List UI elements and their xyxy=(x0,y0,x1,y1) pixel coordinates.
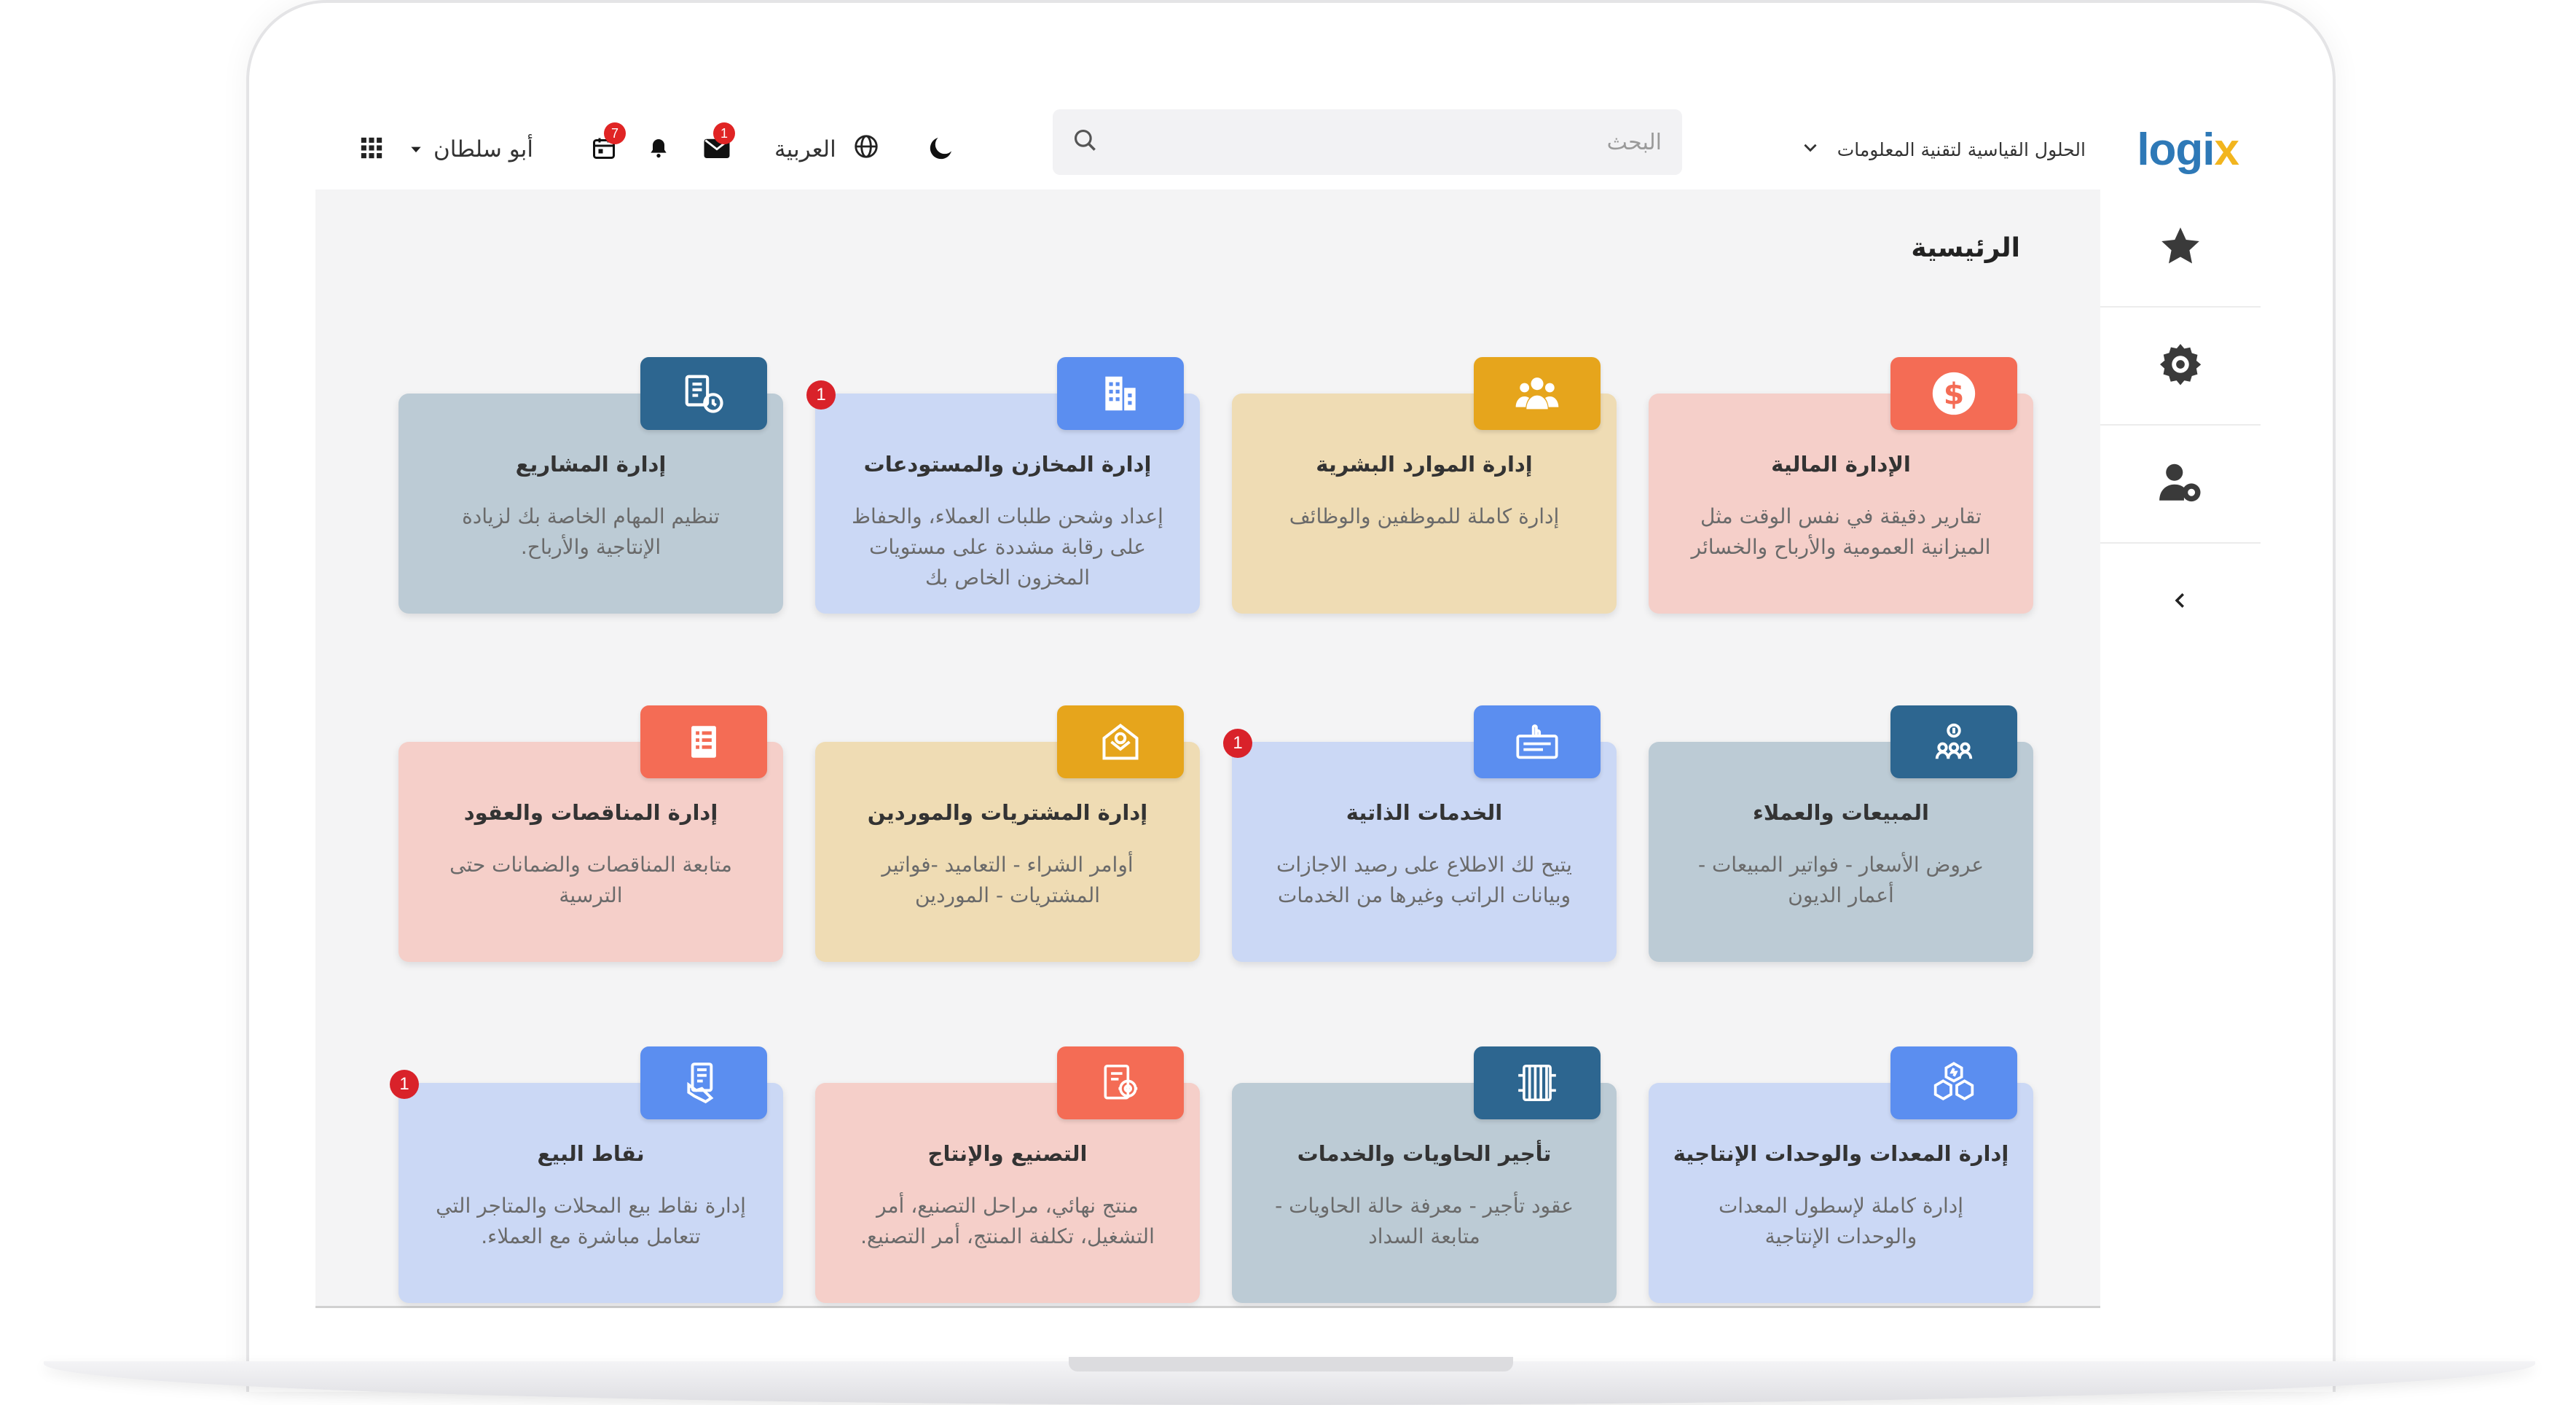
company-selector[interactable]: الحلول القياسية لتقنية المعلومات xyxy=(1801,109,2086,189)
sidebar-item-user-settings[interactable] xyxy=(2100,426,2261,544)
card-description: عقود تأجير - معرفة حالة الحاويات - متابع… xyxy=(1275,1194,1574,1248)
star-icon xyxy=(2158,224,2203,272)
card-manufacturing[interactable]: التصنيع والإنتاج منتج نهائي، مراحل التصن… xyxy=(815,1046,1200,1303)
card-description: إعداد وشحن طلبات العملاء، والحفاظ على رق… xyxy=(852,504,1163,590)
customers-icon xyxy=(1890,705,2017,778)
card-title: إدارة المعدات والوحدات الإنتاجية xyxy=(1673,1141,2009,1166)
messages-badge: 1 xyxy=(713,122,735,144)
card-title: إدارة المناقصات والعقود xyxy=(463,800,718,825)
warehouse-icon xyxy=(1057,357,1184,430)
card-description: إدارة كاملة للموظفين والوظائف xyxy=(1289,504,1560,528)
theme-toggle[interactable] xyxy=(926,109,957,189)
card-self-service[interactable]: 1 الخدمات الذاتية يتيح لك الاطلاع على رص… xyxy=(1223,705,1617,962)
container-icon xyxy=(1474,1046,1601,1119)
messages-button[interactable]: 1 xyxy=(702,109,735,189)
caret-down-icon xyxy=(409,136,423,163)
card-description: يتيح لك الاطلاع على رصيد الاجازات وبيانا… xyxy=(1276,853,1572,907)
card-title: إدارة المخازن والمستودعات xyxy=(863,452,1152,477)
card-title: التصنيع والإنتاج xyxy=(927,1141,1088,1166)
settings-gear-icon xyxy=(2157,341,2204,391)
chevron-down-icon xyxy=(1801,138,1820,162)
purchase-icon xyxy=(1057,705,1184,778)
card-title: نقاط البيع xyxy=(537,1141,645,1166)
calendar-button[interactable]: 7 xyxy=(591,109,626,189)
card-title: تأجير الحاويات والخدمات xyxy=(1297,1141,1552,1166)
logo-text: logi xyxy=(2137,124,2215,175)
sidebar-item-settings[interactable] xyxy=(2100,308,2261,426)
logo[interactable]: logi x xyxy=(2137,109,2239,189)
calendar-badge: 7 xyxy=(604,122,626,144)
card-title: إدارة الموارد البشرية xyxy=(1316,452,1533,477)
sidebar-item-favorites[interactable] xyxy=(2100,189,2261,308)
user-settings-icon xyxy=(2156,458,2204,509)
sidebar-collapse-button[interactable] xyxy=(2100,544,2261,660)
card-containers[interactable]: تأجير الحاويات والخدمات عقود تأجير - معر… xyxy=(1232,1046,1617,1303)
card-purchases[interactable]: إدارة المشتريات والموردين أوامر الشراء -… xyxy=(815,705,1200,962)
main-content: الرئيسية $ الإدارة المالية تقارير دقيقة … xyxy=(315,189,2100,1308)
card-title: الإدارة المالية xyxy=(1771,452,1911,477)
company-name: الحلول القياسية لتقنية المعلومات xyxy=(1837,138,2086,160)
svg-text:$: $ xyxy=(1944,377,1964,412)
search-input[interactable] xyxy=(1150,128,1663,156)
card-description: أوامر الشراء - التعاميد -فواتير المشتريا… xyxy=(881,853,1134,907)
bell-icon xyxy=(647,136,670,163)
language-selector[interactable]: العربية xyxy=(774,109,880,189)
user-menu[interactable]: أبو سلطان xyxy=(409,109,533,189)
people-icon xyxy=(1474,357,1601,430)
card-title: المبيعات والعملاء xyxy=(1753,800,1929,825)
moon-icon xyxy=(926,133,957,166)
card-warehouse[interactable]: 1 إدارة المخازن والمستودعات إعداد وشحن ط… xyxy=(806,357,1200,614)
manufacturing-icon xyxy=(1057,1046,1184,1119)
notification-badge: 1 xyxy=(806,380,836,410)
card-projects[interactable]: إدارة المشاريع تنظيم المهام الخاصة بك لز… xyxy=(398,357,783,614)
card-description: تقارير دقيقة في نفس الوقت مثل الميزانية … xyxy=(1691,504,1991,559)
card-description: إدارة كاملة لإسطول المعدات والوحدات الإن… xyxy=(1718,1194,1964,1248)
notifications-button[interactable] xyxy=(647,109,670,189)
chevron-left-icon xyxy=(2169,585,2191,619)
app-screen: logi x الحلول القياسية لتقنية المعلومات ا… xyxy=(315,109,2261,1308)
card-description: تنظيم المهام الخاصة بك لزيادة الإنتاجية … xyxy=(462,504,720,559)
self-service-icon xyxy=(1474,705,1601,778)
card-title: الخدمات الذاتية xyxy=(1346,800,1503,825)
notification-badge: 1 xyxy=(390,1070,419,1099)
tender-icon xyxy=(640,705,767,778)
card-description: إدارة نقاط بيع المحلات والمتاجر التي تتع… xyxy=(436,1194,746,1248)
search-icon[interactable] xyxy=(1072,127,1099,157)
card-tenders[interactable]: إدارة المناقصات والعقود متابعة المناقصات… xyxy=(398,705,783,962)
dollar-icon: $ xyxy=(1890,357,2017,430)
user-name: أبو سلطان xyxy=(433,136,533,163)
top-bar: logi x الحلول القياسية لتقنية المعلومات ا… xyxy=(315,109,2261,189)
search-bar xyxy=(1053,109,1682,175)
language-label: العربية xyxy=(774,136,836,163)
card-equipment[interactable]: إدارة المعدات والوحدات الإنتاجية إدارة ك… xyxy=(1649,1046,2033,1303)
sidebar xyxy=(2099,189,2261,1308)
project-icon xyxy=(640,357,767,430)
card-hr[interactable]: إدارة الموارد البشرية إدارة كاملة للموظف… xyxy=(1232,357,1617,614)
laptop-notch xyxy=(1069,1357,1513,1371)
page-title: الرئيسية xyxy=(1911,233,2020,263)
logo-x: x xyxy=(2214,124,2239,175)
card-description: عروض الأسعار - فواتير المبيعات - أعمار ا… xyxy=(1697,853,1984,907)
apps-button[interactable] xyxy=(359,109,384,189)
globe-icon xyxy=(852,133,880,166)
pos-icon xyxy=(640,1046,767,1119)
card-title: إدارة المشتريات والموردين xyxy=(867,800,1148,825)
card-description: منتج نهائي، مراحل التصنيع، أمر التشغيل، … xyxy=(860,1194,1155,1248)
equipment-icon xyxy=(1890,1046,2017,1119)
card-title: إدارة المشاريع xyxy=(515,452,667,477)
card-financial[interactable]: $ الإدارة المالية تقارير دقيقة في نفس ال… xyxy=(1649,357,2033,614)
card-description: متابعة المناقصات والضمانات حتى الترسية xyxy=(449,853,732,907)
notification-badge: 1 xyxy=(1223,729,1252,758)
apps-grid-icon xyxy=(359,136,384,163)
card-pos[interactable]: 1 نقاط البيع إدارة نقاط بيع المحلات والم… xyxy=(390,1046,783,1303)
card-sales[interactable]: المبيعات والعملاء عروض الأسعار - فواتير … xyxy=(1649,705,2033,962)
